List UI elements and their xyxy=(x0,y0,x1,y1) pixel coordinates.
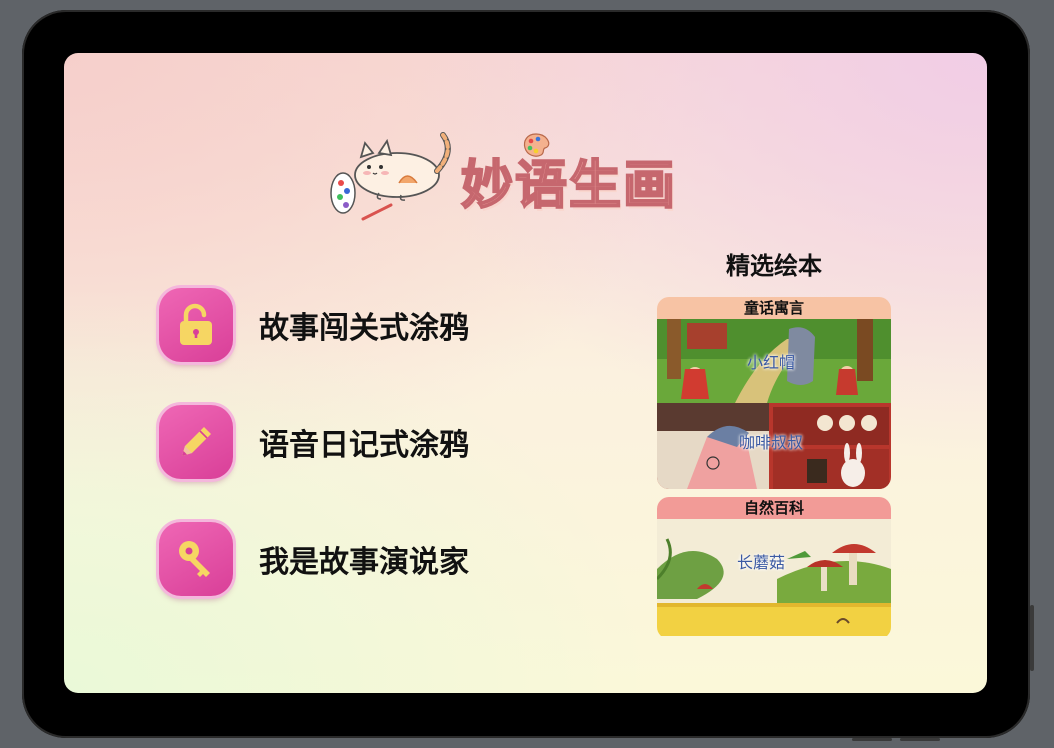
menu-item-label: 故事闯关式涂鸦 xyxy=(259,311,469,346)
book-title: 长蘑菇 xyxy=(737,553,786,572)
device-side-button xyxy=(1030,605,1034,671)
category-nature: 自然百科 长蘑菇 xyxy=(657,497,891,636)
menu-item-label: 语音日记式涂鸦 xyxy=(259,428,469,463)
device-bottom-button xyxy=(852,738,892,741)
app-logo: 妙语生画 xyxy=(329,131,729,231)
category-header: 童话寓言 xyxy=(657,297,891,319)
key-icon xyxy=(179,541,210,577)
menu-item-storyteller[interactable]: 我是故事演说家 xyxy=(159,519,539,599)
featured-book-list[interactable]: 童话寓言 小红帽 咖啡叔叔 自然百科 长蘑菇 xyxy=(657,297,891,636)
book-thumbnail[interactable]: 咖啡叔叔 xyxy=(657,403,891,489)
featured-title: 精选绘本 xyxy=(726,252,822,280)
book-title: 小红帽 xyxy=(747,353,796,372)
app-screen: 妙语生画 故事闯关式涂鸦 语音日记式涂鸦 我是故事演说家 精选绘本 童话寓言 小… xyxy=(64,53,987,693)
cat-mascot-icon xyxy=(330,132,451,221)
category-fairy-tales: 童话寓言 小红帽 咖啡叔叔 xyxy=(657,297,891,489)
category-header: 自然百科 xyxy=(657,497,891,519)
device-bottom-button xyxy=(900,738,940,741)
book-thumbnail[interactable]: 长蘑菇 xyxy=(657,519,891,636)
menu-icon-button xyxy=(159,405,233,479)
app-title: 妙语生画 xyxy=(460,155,678,217)
unlock-icon xyxy=(180,303,212,345)
menu-item-story-doodle[interactable]: 故事闯关式涂鸦 xyxy=(159,285,539,365)
menu-icon-button xyxy=(159,522,233,596)
menu-item-voice-diary[interactable]: 语音日记式涂鸦 xyxy=(159,402,539,482)
menu-icon-button xyxy=(159,288,233,362)
book-title: 咖啡叔叔 xyxy=(739,433,804,452)
book-thumbnail[interactable]: 小红帽 xyxy=(657,319,891,403)
menu-item-label: 我是故事演说家 xyxy=(259,545,469,580)
book-cover-image xyxy=(657,519,891,636)
pencil-icon xyxy=(182,427,211,456)
